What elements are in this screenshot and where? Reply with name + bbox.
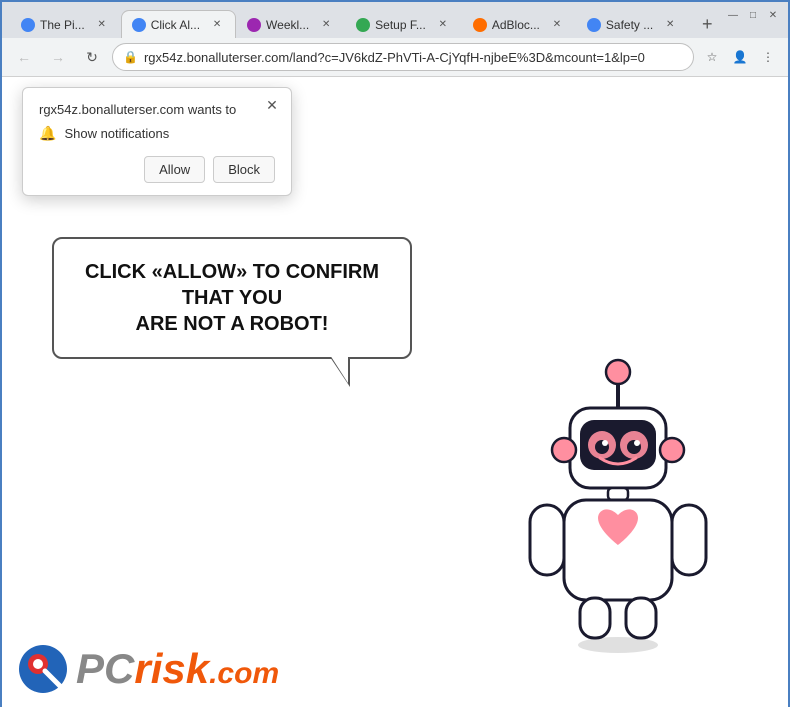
page-content: ✕ rgx54z.bonalluterser.com wants to 🔔 Sh… — [2, 77, 788, 710]
robot-svg — [508, 350, 728, 660]
tab-5-label: AdBloc... — [492, 18, 540, 32]
tab-3-favicon — [247, 18, 261, 32]
pcrisk-logo: PC risk .com — [18, 644, 279, 694]
speech-bubble: CLICK «ALLOW» TO CONFIRM THAT YOU ARE NO… — [52, 237, 412, 359]
url-text: rgx54z.bonalluterser.com/land?c=JV6kdZ-P… — [144, 50, 683, 65]
tab-bar: The Pi... ✕ Click Al... ✕ Weekl... ✕ Set… — [2, 2, 788, 38]
pcrisk-pc-text: PC — [76, 645, 134, 693]
block-button[interactable]: Block — [213, 156, 275, 183]
tab-6[interactable]: Safety ... ✕ — [576, 10, 689, 38]
close-window-button[interactable]: ✕ — [766, 8, 780, 22]
bubble-text: CLICK «ALLOW» TO CONFIRM THAT YOU ARE NO… — [78, 259, 386, 337]
tab-5[interactable]: AdBloc... ✕ — [462, 10, 576, 38]
tab-2-close[interactable]: ✕ — [209, 17, 225, 33]
tab-2[interactable]: Click Al... ✕ — [121, 10, 236, 38]
popup-notification-text: Show notifications — [64, 126, 169, 141]
tab-3-label: Weekl... — [266, 18, 309, 32]
tab-6-label: Safety ... — [606, 18, 653, 32]
window-controls: — □ ✕ — [726, 8, 780, 22]
new-tab-button[interactable]: + — [693, 10, 721, 38]
bubble-line2: ARE NOT A ROBOT! — [136, 313, 329, 335]
tab-4-close[interactable]: ✕ — [435, 17, 451, 33]
popup-buttons: Allow Block — [39, 156, 275, 183]
bell-icon: 🔔 — [39, 125, 56, 142]
tab-5-close[interactable]: ✕ — [549, 17, 565, 33]
tab-5-favicon — [473, 18, 487, 32]
tab-3-close[interactable]: ✕ — [318, 17, 334, 33]
bookmark-button[interactable]: ☆ — [700, 45, 724, 69]
tab-4-favicon — [356, 18, 370, 32]
tab-1-label: The Pi... — [40, 18, 85, 32]
maximize-button[interactable]: □ — [746, 8, 760, 22]
tab-2-favicon — [132, 18, 146, 32]
tab-4-label: Setup F... — [375, 18, 426, 32]
lock-icon: 🔒 — [123, 50, 138, 64]
reload-button[interactable]: ↻ — [78, 43, 106, 71]
pcrisk-icon — [18, 644, 68, 694]
tab-6-close[interactable]: ✕ — [662, 17, 678, 33]
forward-button[interactable]: → — [44, 43, 72, 71]
tab-1-favicon — [21, 18, 35, 32]
robot-illustration — [508, 350, 728, 660]
address-bar-row: ← → ↻ 🔒 rgx54z.bonalluterser.com/land?c=… — [2, 38, 788, 76]
tab-4[interactable]: Setup F... ✕ — [345, 10, 462, 38]
popup-notification-row: 🔔 Show notifications — [39, 125, 275, 142]
tab-1-close[interactable]: ✕ — [94, 17, 110, 33]
pcrisk-risk-text: risk — [134, 645, 209, 693]
profile-button[interactable]: 👤 — [728, 45, 752, 69]
bubble-line1: CLICK «ALLOW» TO CONFIRM THAT YOU — [85, 261, 379, 309]
back-button[interactable]: ← — [10, 43, 38, 71]
tab-1[interactable]: The Pi... ✕ — [10, 10, 121, 38]
browser-chrome: The Pi... ✕ Click Al... ✕ Weekl... ✕ Set… — [2, 2, 788, 77]
tab-2-label: Click Al... — [151, 18, 200, 32]
address-bar-actions: ☆ 👤 ⋮ — [700, 45, 780, 69]
speech-bubble-container: CLICK «ALLOW» TO CONFIRM THAT YOU ARE NO… — [52, 237, 412, 359]
address-bar[interactable]: 🔒 rgx54z.bonalluterser.com/land?c=JV6kdZ… — [112, 43, 694, 71]
tab-3[interactable]: Weekl... ✕ — [236, 10, 345, 38]
menu-button[interactable]: ⋮ — [756, 45, 780, 69]
popup-close-button[interactable]: ✕ — [263, 96, 281, 114]
allow-button[interactable]: Allow — [144, 156, 205, 183]
tab-6-favicon — [587, 18, 601, 32]
notification-popup: ✕ rgx54z.bonalluterser.com wants to 🔔 Sh… — [22, 87, 292, 196]
minimize-button[interactable]: — — [726, 8, 740, 22]
popup-site-text: rgx54z.bonalluterser.com wants to — [39, 102, 275, 117]
pcrisk-dotcom-text: .com — [209, 657, 279, 691]
pcrisk-text: PC risk .com — [76, 645, 279, 693]
